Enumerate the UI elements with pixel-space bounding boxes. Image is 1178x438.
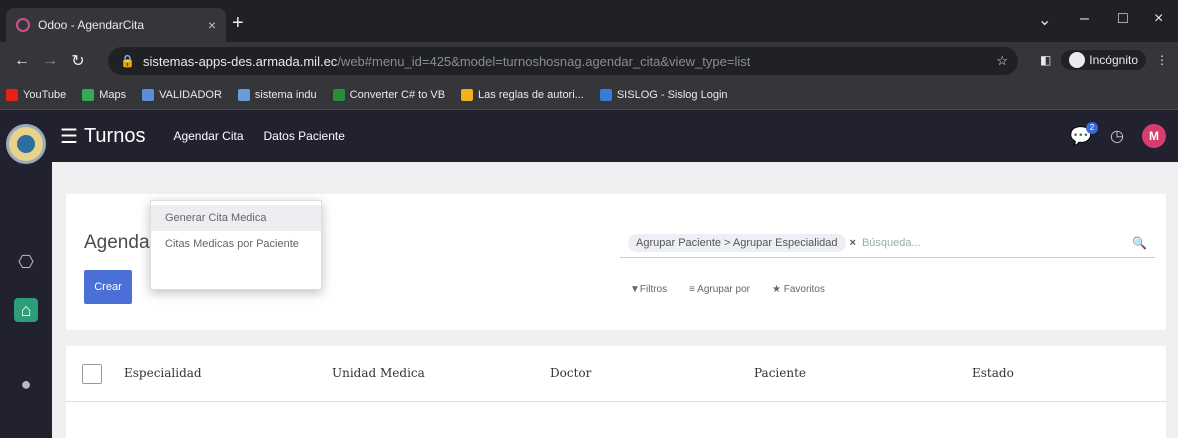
bookmark-star-icon[interactable]: ☆ <box>996 53 1008 69</box>
incognito-icon <box>1069 52 1086 68</box>
browser-tabstrip: Odoo - AgendarCita × + ⌄ – □ × <box>0 0 1178 42</box>
app-top-navbar: ☰ Turnos Agendar Cita Datos Paciente 💬 2 … <box>52 110 1178 162</box>
menu-datos-paciente[interactable]: Datos Paciente <box>264 129 345 143</box>
sislog-icon <box>599 88 612 101</box>
bookmark-label: Las reglas de autori... <box>478 88 584 101</box>
facet-remove-icon[interactable]: × <box>850 237 856 249</box>
navy-logo-icon[interactable] <box>6 124 46 164</box>
column-especialidad[interactable]: Especialidad <box>124 366 202 380</box>
minimize-button[interactable]: – <box>1080 10 1089 28</box>
browser-tab[interactable]: Odoo - AgendarCita × <box>6 8 226 42</box>
menu-item-generar-cita[interactable]: Generar Cita Medica <box>151 205 321 231</box>
incognito-label: Incógnito <box>1089 53 1138 67</box>
tab-title: Odoo - AgendarCita <box>38 18 145 32</box>
youtube-icon <box>6 88 18 101</box>
select-all-checkbox[interactable] <box>82 364 102 384</box>
lock-icon[interactable]: 🔒 <box>120 54 135 68</box>
bookmark-validador[interactable]: VALIDADOR <box>142 88 222 101</box>
forward-icon[interactable]: → <box>36 52 64 70</box>
maximize-button[interactable]: □ <box>1118 10 1128 28</box>
odoo-favicon-icon <box>16 18 30 32</box>
column-unidad-medica[interactable]: Unidad Medica <box>332 366 425 380</box>
menu-item-citas-por-paciente[interactable]: Citas Medicas por Paciente <box>151 231 321 257</box>
activity-clock-icon[interactable]: ◷ <box>1110 126 1124 146</box>
tab-close-icon[interactable]: × <box>208 17 216 33</box>
app-area: ⎔ ⌂ ● ☰ Turnos Agendar Cita Datos Pacien… <box>0 110 1178 438</box>
url-host: sistemas-apps-des.armada.mil.ec <box>142 53 338 69</box>
column-estado[interactable]: Estado <box>972 366 1014 380</box>
left-sidebar: ⎔ ⌂ ● <box>0 110 52 438</box>
menu-toggle-icon[interactable]: ☰ <box>60 124 78 149</box>
create-button[interactable]: Crear <box>84 270 132 304</box>
hospital-app-icon[interactable]: ⌂ <box>14 298 38 322</box>
column-paciente[interactable]: Paciente <box>754 366 806 380</box>
search-bar[interactable]: Agrupar Paciente > Agrupar Especialidad … <box>620 228 1155 258</box>
agendar-cita-dropdown: Generar Cita Medica Citas Medicas por Pa… <box>150 200 322 290</box>
bookmark-sistema-indu[interactable]: sistema indu <box>237 88 317 101</box>
address-bar[interactable]: 🔒 sistemas-apps-des.armada.mil.ec /web#m… <box>108 47 1018 75</box>
user-icon[interactable]: ● <box>14 372 38 396</box>
close-window-button[interactable]: × <box>1154 10 1163 28</box>
bookmark-label: YouTube <box>23 88 67 101</box>
new-tab-button[interactable]: + <box>232 12 244 35</box>
messages-icon[interactable]: 💬 2 <box>1070 121 1099 147</box>
app-title[interactable]: Turnos <box>84 125 146 148</box>
column-doctor[interactable]: Doctor <box>550 366 591 380</box>
sistema-icon <box>237 88 250 101</box>
favorites-button[interactable]: ★ Favoritos <box>772 284 825 295</box>
bookmark-label: VALIDADOR <box>159 88 222 101</box>
search-facet[interactable]: Agrupar Paciente > Agrupar Especialidad <box>628 233 846 252</box>
back-icon[interactable]: ← <box>8 52 36 70</box>
sidebar-toggle-icon[interactable]: ◧ <box>1040 53 1051 67</box>
bookmark-sislog[interactable]: SISLOG - Sislog Login <box>599 88 728 101</box>
list-view: Especialidad Unidad Medica Doctor Pacien… <box>66 346 1166 438</box>
bookmarks-bar: YouTube Maps VALIDADOR sistema indu Conv… <box>0 80 1178 110</box>
search-options: ▼Filtros ≡ Agrupar por ★ Favoritos <box>630 284 825 295</box>
messages-badge: 2 <box>1086 121 1099 134</box>
bookmark-maps[interactable]: Maps <box>82 88 127 101</box>
reload-icon[interactable]: ↻ <box>64 51 92 71</box>
filters-button[interactable]: ▼Filtros <box>630 284 667 295</box>
user-avatar[interactable]: M <box>1142 124 1166 148</box>
browser-menu-icon[interactable]: ⋮ <box>1156 53 1168 67</box>
microsoft-icon <box>461 88 474 101</box>
menu-agendar-cita[interactable]: Agendar Cita <box>173 129 243 143</box>
bookmark-converter[interactable]: Converter C# to VB <box>332 88 446 101</box>
tab-search-icon[interactable]: ⌄ <box>1038 10 1051 30</box>
bookmark-reglas[interactable]: Las reglas de autori... <box>461 88 584 101</box>
search-input[interactable]: Búsqueda... <box>862 237 1132 249</box>
bookmark-label: SISLOG - Sislog Login <box>616 88 728 101</box>
discuss-icon[interactable]: ⎔ <box>14 250 38 274</box>
browser-toolbar: ← → ↻ 🔒 sistemas-apps-des.armada.mil.ec … <box>0 42 1178 80</box>
list-header: Especialidad Unidad Medica Doctor Pacien… <box>66 346 1166 402</box>
url-path: /web#menu_id=425&model=turnoshosnag.agen… <box>337 53 751 69</box>
maps-icon <box>82 88 95 101</box>
search-icon[interactable]: 🔍 <box>1132 236 1147 250</box>
bookmark-label: Converter C# to VB <box>349 88 446 101</box>
converter-icon <box>332 88 345 101</box>
incognito-indicator[interactable]: Incógnito <box>1061 50 1146 70</box>
bookmark-youtube[interactable]: YouTube <box>6 88 67 101</box>
bookmark-label: sistema indu <box>254 88 317 101</box>
group-by-button[interactable]: ≡ Agrupar por <box>689 284 750 295</box>
bookmark-label: Maps <box>99 88 127 101</box>
validador-icon <box>142 88 155 101</box>
